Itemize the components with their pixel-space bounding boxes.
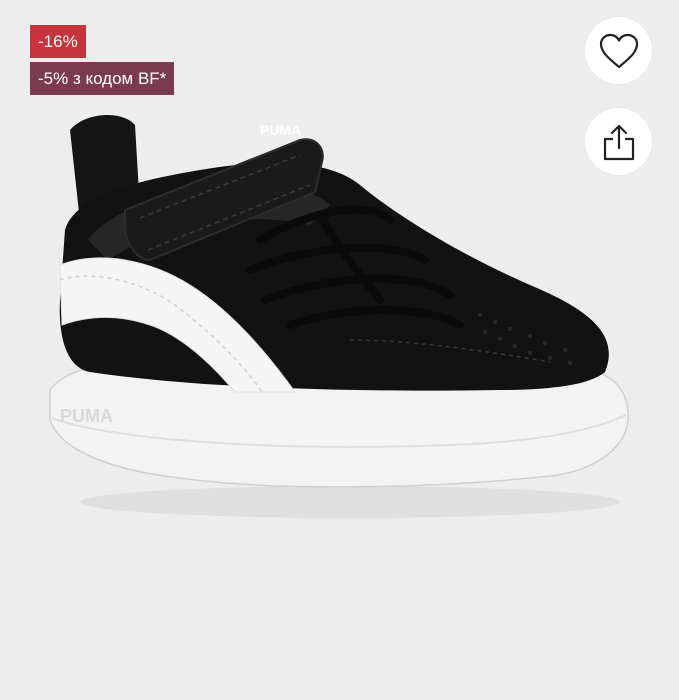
discount-badge: -16% [30, 25, 86, 58]
product-photo-sneaker[interactable]: PUMA PUMA [30, 100, 650, 540]
product-gallery[interactable]: -16% -5% з кодом BF* PUMA PUMA [0, 0, 679, 700]
heart-icon [599, 33, 638, 68]
brand-logo: PUMA [260, 122, 301, 138]
favorite-button[interactable] [585, 17, 652, 84]
promo-code-badge: -5% з кодом BF* [30, 62, 175, 95]
sole-brand-emboss: PUMA [60, 406, 113, 426]
